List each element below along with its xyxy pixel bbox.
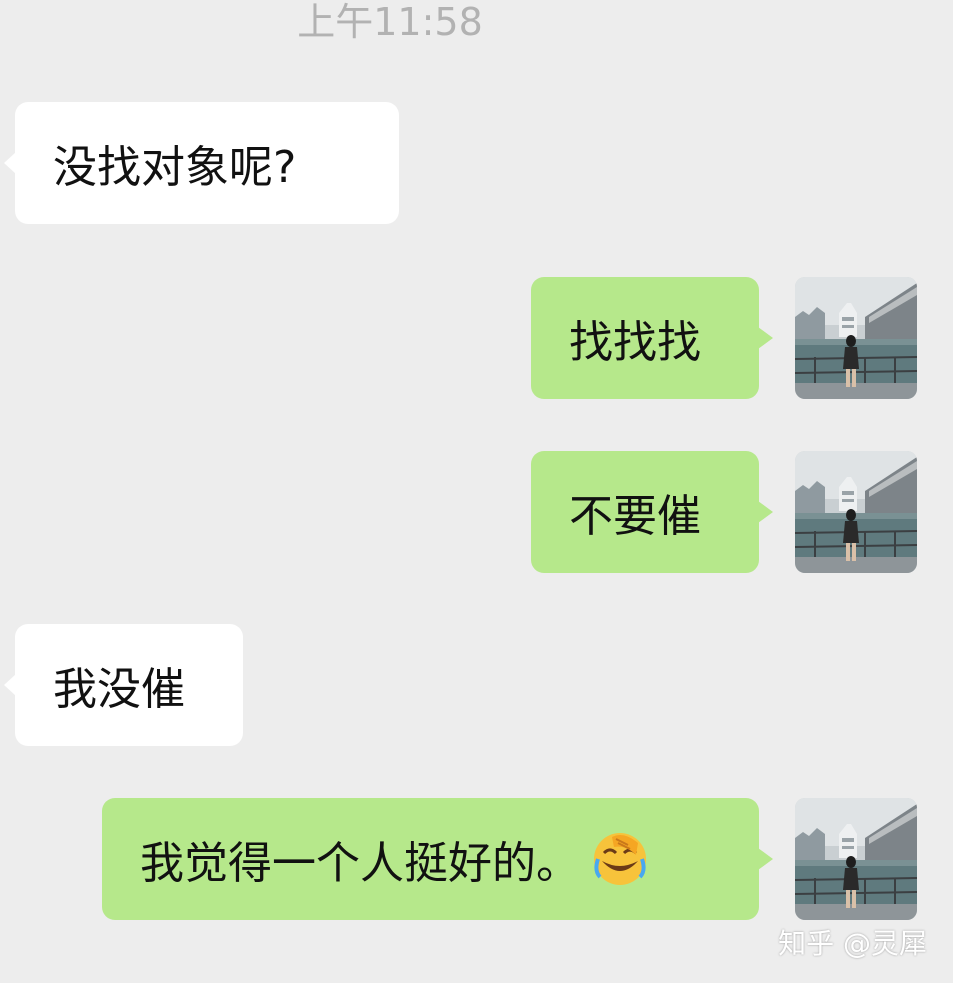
avatar-photo-icon xyxy=(795,451,917,573)
message-text: 我觉得一个人挺好的。 xyxy=(140,838,580,889)
outgoing-message-bubble[interactable]: 我觉得一个人挺好的。 xyxy=(102,798,773,920)
incoming-message-bubble[interactable]: 我没催 xyxy=(4,624,243,746)
incoming-message-bubble[interactable]: 没找对象呢? xyxy=(4,102,399,224)
laughing-emoji-icon xyxy=(594,833,646,885)
message-text: 我没催 xyxy=(53,664,185,715)
avatar-photo-icon xyxy=(795,798,917,920)
face-with-tears-of-joy-hand-emoji xyxy=(592,831,648,887)
zhihu-watermark: 知乎 @灵犀 xyxy=(778,927,927,960)
message-text: 没找对象呢? xyxy=(53,142,297,193)
avatar-photo-icon xyxy=(795,277,917,399)
user-avatar-icon[interactable] xyxy=(795,277,917,399)
user-avatar-icon[interactable] xyxy=(795,451,917,573)
message-timestamp: 上午11:58 xyxy=(297,0,483,44)
message-text: 找找找 xyxy=(569,317,701,368)
message-text: 不要催 xyxy=(569,491,701,542)
user-avatar-icon[interactable] xyxy=(795,798,917,920)
outgoing-message-bubble[interactable]: 不要催 xyxy=(531,451,773,573)
outgoing-message-bubble[interactable]: 找找找 xyxy=(531,277,773,399)
